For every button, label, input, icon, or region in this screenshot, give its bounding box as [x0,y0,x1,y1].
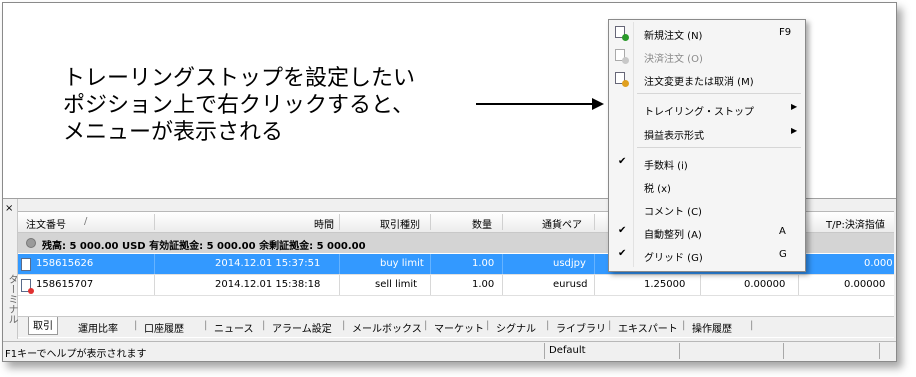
order-icon [21,279,34,294]
col-order[interactable]: 注文番号 [26,216,66,231]
status-bar: F1キーでヘルプが表示されます Default [3,341,896,360]
annotation-text: トレーリングストップを設定したい ポジション上で右クリックすると、 メニューが表示さ… [63,65,415,146]
menu-item-auto-arrange[interactable]: ✔ 自動整列 (A) A [609,222,805,242]
cell-volume: 1.00 [472,258,495,269]
cell-time: 2014.12.01 15:37:51 [215,258,321,269]
tab-journal[interactable]: 操作履歴 [692,320,732,335]
menu-item-commission[interactable]: ✔ 手数料 (i) [609,153,805,173]
cell-symbol: eurusd [553,279,588,290]
close-icon[interactable]: × [5,203,13,214]
status-help: F1キーでヘルプが表示されます [5,349,147,360]
cell-type: buy limit [380,258,424,269]
menu-label: 税 (x) [644,184,671,195]
menu-item-close-order[interactable]: 決済注文 (O) [609,46,805,66]
cell-volume: 1.00 [472,279,495,290]
tab-market[interactable]: マーケット [434,320,484,335]
tab-news[interactable]: ニュース [214,320,254,335]
tab-separator: | [682,320,686,331]
terminal-side-label: ターミナル [6,274,17,324]
check-icon: ✔ [618,225,627,236]
tab-alerts[interactable]: アラーム設定 [272,320,332,335]
submenu-arrow-icon: ▶ [791,126,798,135]
context-menu: 新規注文 (N) F9 決済注文 (O) 注文変更または取消 (M) トレイリン… [608,19,806,272]
col-symbol[interactable]: 通貨ペア [542,216,582,231]
tab-trade[interactable]: 取引 [28,317,58,335]
tab-mailbox[interactable]: メールボックス [352,320,422,335]
menu-item-trailing-stop[interactable]: トレイリング・ストップ ▶ [609,99,805,119]
menu-label: 新規注文 (N) [644,31,703,42]
menu-item-grid[interactable]: ✔ グリッド (G) G [609,245,805,265]
balance-icon [26,238,36,248]
col-tp[interactable]: T/P:決済指値 [826,216,885,231]
menu-label: 手数料 (i) [644,161,688,172]
menu-label: コメント (C) [644,207,702,218]
close-order-icon [615,49,629,64]
annotation-line-2: ポジション上で右クリックすると、 [63,93,415,118]
table-row[interactable]: 158615707 2014.12.01 15:38:18 sell limit… [18,275,894,296]
order-icon [21,258,31,271]
cell-symbol: usdjpy [553,258,586,269]
menu-item-profit-format[interactable]: 損益表示形式 ▶ [609,123,805,143]
tab-separator: | [424,320,428,331]
menu-shortcut: A [779,226,786,237]
terminal-tabs: 取引 運用比率 | 口座履歴 | ニュース | アラーム設定 | メールボックス… [18,316,894,337]
tab-history[interactable]: 口座履歴 [144,320,184,335]
check-icon: ✔ [618,248,627,259]
cell-tp: 0.00000 [844,279,886,290]
col-sort-indicator: / [84,216,88,227]
menu-label: 損益表示形式 [644,131,704,142]
tab-separator: | [486,320,490,331]
cell-type: sell limit [375,279,418,290]
submenu-arrow-icon: ▶ [791,102,798,111]
annotation-arrow [476,98,604,110]
modify-order-icon [615,72,629,87]
tab-experts[interactable]: エキスパート [618,320,678,335]
cell-time: 2014.12.01 15:38:18 [215,279,321,290]
tab-separator: | [750,320,754,331]
check-icon: ✔ [618,156,627,167]
tab-separator: | [546,320,550,331]
terminal-sidebar: × ターミナル [3,199,18,339]
balance-text: 残高: 5 000.00 USD 有効証拠金: 5 000.00 余剰証拠金: … [42,241,366,252]
menu-item-tax[interactable]: 税 (x) [609,176,805,196]
tab-library[interactable]: ライブラリ [556,320,606,335]
tab-separator: | [134,320,138,331]
menu-item-comment[interactable]: コメント (C) [609,199,805,219]
col-time[interactable]: 時間 [314,216,334,231]
menu-item-modify-order[interactable]: 注文変更または取消 (M) [609,69,805,89]
tab-signals[interactable]: シグナル [496,320,536,335]
menu-label: グリッド (G) [644,253,703,264]
tab-exposure[interactable]: 運用比率 [78,320,118,335]
status-profile: Default [549,345,586,356]
menu-label: 注文変更または取消 (M) [644,77,754,88]
new-order-icon [615,26,629,41]
menu-label: 決済注文 (O) [644,54,703,65]
annotation-line-1: トレーリングストップを設定したい [63,66,416,91]
col-volume[interactable]: 数量 [472,216,492,231]
col-type[interactable]: 取引種別 [380,216,420,231]
annotation-line-3: メニューが表示される [63,120,284,145]
menu-shortcut: F9 [779,27,792,38]
tab-separator: | [342,320,346,331]
cell-order: 158615626 [36,258,94,269]
tab-separator: | [204,320,208,331]
cell-tp: 0.000 [864,258,893,269]
terminal-window: トレーリングストップを設定したい ポジション上で右クリックすると、 メニューが表示さ… [2,2,897,362]
cell-order: 158615707 [36,279,94,290]
menu-label: トレイリング・ストップ [644,107,754,118]
tab-separator: | [608,320,612,331]
menu-item-new-order[interactable]: 新規注文 (N) F9 [609,23,805,43]
menu-label: 自動整列 (A) [644,230,702,241]
cell-price: 1.25000 [644,279,686,290]
cell-sl: 0.00000 [744,279,786,290]
menu-shortcut: G [779,249,787,260]
tab-separator: | [262,320,266,331]
